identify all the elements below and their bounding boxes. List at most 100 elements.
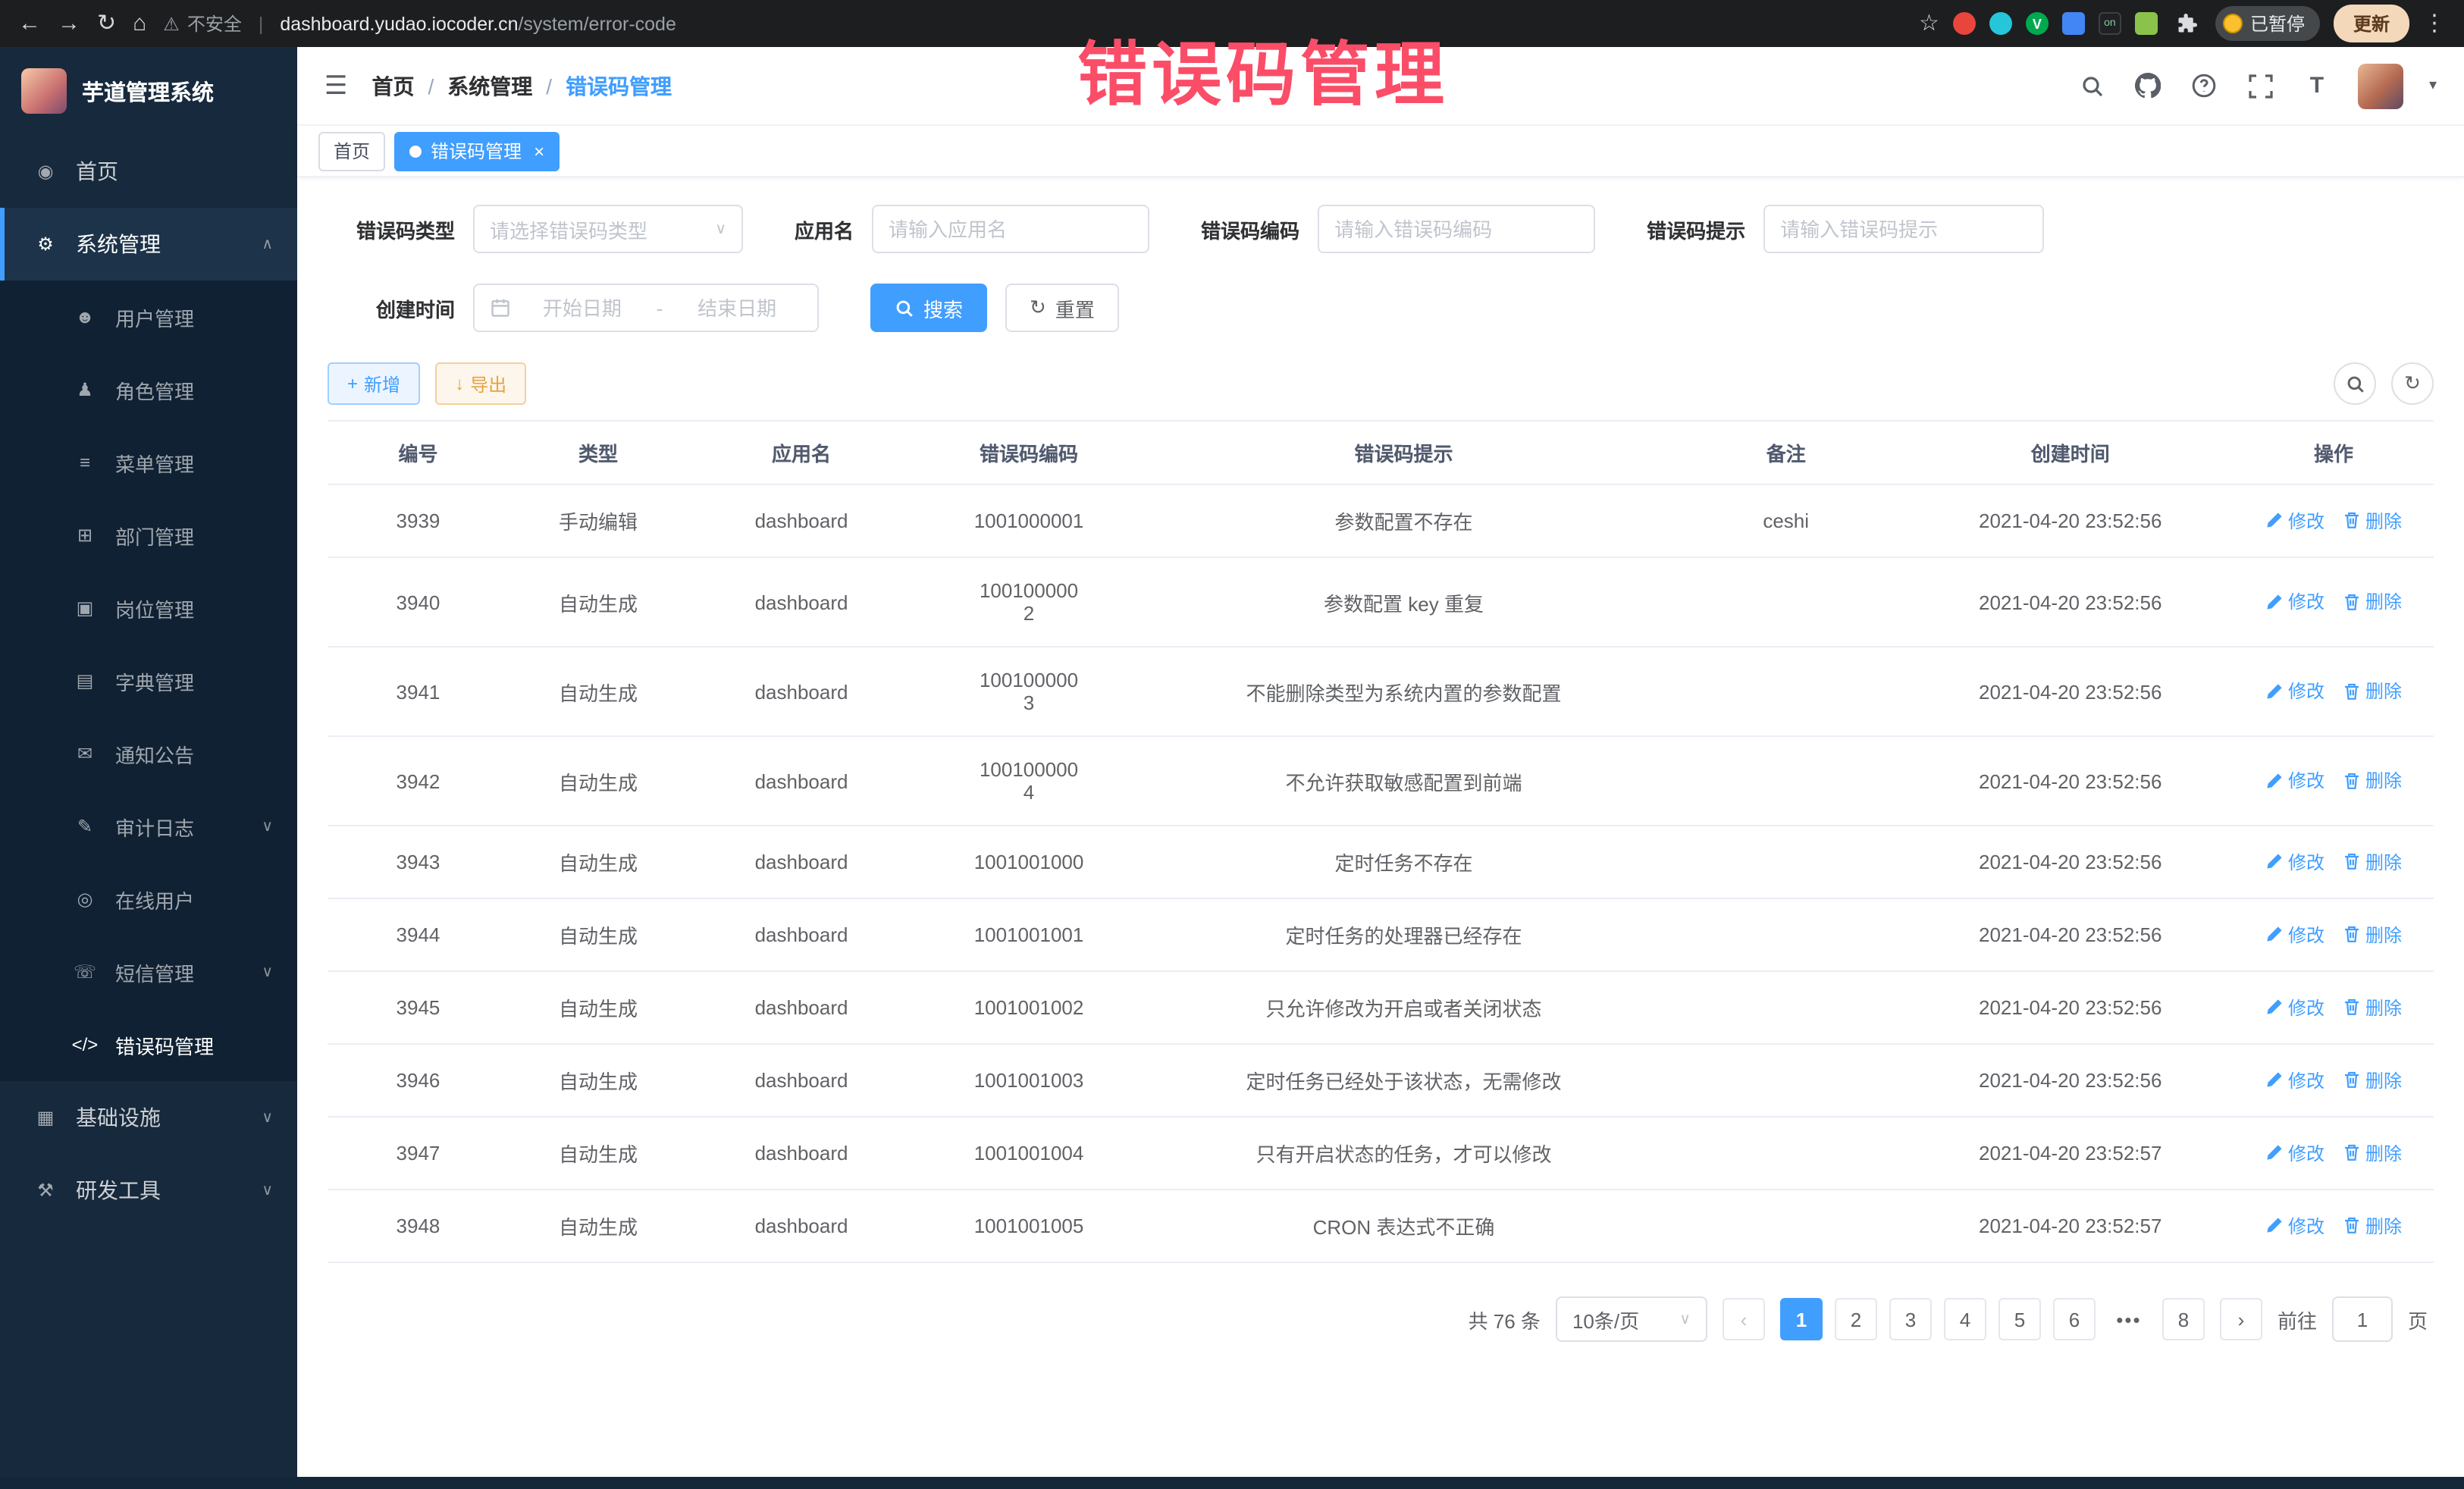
hamburger-icon[interactable]: ☰: [324, 71, 348, 101]
hammer-icon: ⚒: [30, 1180, 61, 1201]
avatar-caret-icon[interactable]: ▾: [2429, 77, 2437, 94]
profile-paused-badge[interactable]: 已暂停: [2215, 6, 2320, 41]
fullscreen-icon[interactable]: [2246, 71, 2276, 101]
sidebar-item-error-codes[interactable]: </>错误码管理: [0, 1008, 297, 1081]
close-icon[interactable]: ×: [534, 140, 544, 161]
home-icon[interactable]: ⌂: [133, 12, 146, 35]
extensions-puzzle-icon[interactable]: [2171, 8, 2202, 39]
back-icon[interactable]: ←: [18, 12, 41, 35]
search-button[interactable]: 搜索: [870, 284, 987, 332]
cell-actions: 修改删除: [2234, 557, 2434, 647]
date-range-picker[interactable]: -: [473, 284, 819, 332]
page-button-3[interactable]: 3: [1889, 1298, 1932, 1340]
bookmark-star-icon[interactable]: ☆: [1919, 12, 1939, 35]
help-icon[interactable]: [2190, 71, 2220, 101]
goto-page-input[interactable]: [2332, 1296, 2393, 1342]
browser-update-button[interactable]: 更新: [2334, 5, 2409, 42]
next-page-button[interactable]: ›: [2220, 1298, 2262, 1340]
reload-icon[interactable]: ↻: [97, 12, 116, 35]
export-button[interactable]: ↓ 导出: [435, 362, 526, 405]
delete-link[interactable]: 删除: [2343, 679, 2402, 704]
breadcrumb-home[interactable]: 首页: [372, 71, 415, 101]
edit-link[interactable]: 修改: [2265, 922, 2324, 948]
sidebar-item-sms[interactable]: ☏短信管理∨: [0, 936, 297, 1008]
extension-icon[interactable]: on: [2099, 12, 2121, 35]
page-button-8[interactable]: 8: [2162, 1298, 2205, 1340]
extension-icon[interactable]: [1989, 12, 2012, 35]
error-type-select[interactable]: 请选择错误码类型 ∨: [473, 205, 743, 253]
cell-hint: 不允许获取敏感配置到前端: [1143, 736, 1665, 826]
extension-icon[interactable]: [2135, 12, 2158, 35]
add-button[interactable]: + 新增: [328, 362, 420, 405]
error-hint-input[interactable]: [1780, 218, 2027, 240]
more-pages-button[interactable]: •••: [2108, 1298, 2150, 1340]
extension-icon[interactable]: [2062, 12, 2085, 35]
sidebar-item-notices[interactable]: ✉通知公告: [0, 717, 297, 790]
sidebar-item-infra[interactable]: ▦基础设施∨: [0, 1081, 297, 1154]
delete-link[interactable]: 删除: [2343, 922, 2402, 948]
security-warning[interactable]: ⚠ 不安全: [163, 11, 242, 36]
sidebar-item-home[interactable]: ◉首页: [0, 135, 297, 208]
reset-button[interactable]: ↻ 重置: [1005, 284, 1119, 332]
extension-icon[interactable]: V: [2026, 12, 2049, 35]
font-size-icon[interactable]: T: [2302, 71, 2332, 101]
extension-icon[interactable]: [1953, 12, 1976, 35]
delete-link[interactable]: 删除: [2343, 508, 2402, 534]
address-bar[interactable]: dashboard.yudao.iocoder.cn/system/error-…: [280, 13, 676, 34]
sidebar-item-label: 首页: [76, 156, 118, 187]
error-code-input[interactable]: [1334, 218, 1578, 240]
edit-link[interactable]: 修改: [2265, 1140, 2324, 1166]
sidebar-item-devtools[interactable]: ⚒研发工具∨: [0, 1154, 297, 1227]
sidebar-item-depts[interactable]: ⊞部门管理: [0, 499, 297, 572]
cell-app: dashboard: [688, 484, 915, 557]
edit-link[interactable]: 修改: [2265, 508, 2324, 534]
sidebar-item-dicts[interactable]: ▤字典管理: [0, 644, 297, 717]
end-date-input[interactable]: [672, 296, 802, 319]
page-buttons: 123456 ••• 8: [1780, 1298, 2205, 1340]
user-avatar[interactable]: [2358, 63, 2403, 108]
search-icon[interactable]: [2077, 71, 2108, 101]
app-logo[interactable]: 芋道管理系统: [0, 47, 297, 135]
breadcrumb-system[interactable]: 系统管理: [447, 71, 532, 101]
sidebar-item-roles[interactable]: ♟角色管理: [0, 353, 297, 426]
page-button-4[interactable]: 4: [1944, 1298, 1986, 1340]
delete-link[interactable]: 删除: [2343, 768, 2402, 794]
sidebar-item-menus[interactable]: ≡菜单管理: [0, 426, 297, 499]
github-icon[interactable]: [2133, 71, 2164, 101]
menu-dots-icon[interactable]: ⋮: [2423, 12, 2446, 35]
refresh-table-button[interactable]: ↻: [2391, 362, 2434, 405]
edit-link[interactable]: 修改: [2265, 1067, 2324, 1093]
delete-link[interactable]: 删除: [2343, 1140, 2402, 1166]
page-button-2[interactable]: 2: [1835, 1298, 1877, 1340]
app-name-input[interactable]: [889, 218, 1133, 240]
sidebar-item-online-users[interactable]: ◎在线用户: [0, 863, 297, 936]
page-size-value: 10条/页: [1572, 1305, 1670, 1334]
page-button-6[interactable]: 6: [2053, 1298, 2096, 1340]
sidebar-item-audit-logs[interactable]: ✎审计日志∨: [0, 790, 297, 863]
page-size-select[interactable]: 10条/页 ∨: [1556, 1296, 1707, 1342]
page-button-1[interactable]: 1: [1780, 1298, 1823, 1340]
edit-link[interactable]: 修改: [2265, 768, 2324, 794]
cell-app: dashboard: [688, 1044, 915, 1117]
delete-link[interactable]: 删除: [2343, 589, 2402, 615]
edit-link[interactable]: 修改: [2265, 849, 2324, 875]
edit-link[interactable]: 修改: [2265, 589, 2324, 615]
start-date-input[interactable]: [517, 296, 647, 319]
toggle-search-button[interactable]: [2334, 362, 2376, 405]
prev-page-button[interactable]: ‹: [1723, 1298, 1765, 1340]
cell-hint: CRON 表达式不正确: [1143, 1190, 1665, 1262]
page-button-5[interactable]: 5: [1998, 1298, 2041, 1340]
sidebar-item-users[interactable]: ☻用户管理: [0, 281, 297, 353]
delete-link[interactable]: 删除: [2343, 1067, 2402, 1093]
forward-icon[interactable]: →: [58, 12, 80, 35]
edit-link[interactable]: 修改: [2265, 1213, 2324, 1239]
delete-link[interactable]: 删除: [2343, 1213, 2402, 1239]
edit-link[interactable]: 修改: [2265, 995, 2324, 1020]
tab-home[interactable]: 首页: [318, 131, 385, 171]
delete-link[interactable]: 删除: [2343, 849, 2402, 875]
edit-link[interactable]: 修改: [2265, 679, 2324, 704]
delete-link[interactable]: 删除: [2343, 995, 2402, 1020]
tab-error-code[interactable]: 错误码管理 ×: [394, 131, 560, 171]
sidebar-item-posts[interactable]: ▣岗位管理: [0, 572, 297, 644]
sidebar-item-system[interactable]: ⚙系统管理∧: [0, 208, 297, 281]
